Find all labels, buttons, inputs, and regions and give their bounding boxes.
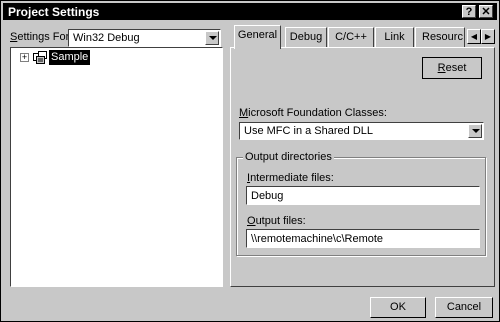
settings-for-label: Settings For:	[10, 31, 73, 43]
project-settings-dialog: Project Settings ? ✕ Settings For: Win32…	[0, 0, 500, 322]
tab-label: C/C++	[335, 31, 367, 43]
tab-general[interactable]: General	[234, 25, 281, 49]
tab-debug[interactable]: Debug	[285, 27, 327, 47]
tab-label: Resourc	[422, 31, 463, 43]
close-button[interactable]: ✕	[479, 5, 493, 18]
window-title: Project Settings	[8, 5, 100, 19]
output-files-value: \\remotemachine\c\Remote	[251, 233, 384, 245]
settings-for-value: Win32 Debug	[73, 32, 140, 44]
help-button[interactable]: ?	[462, 5, 476, 18]
output-files-input[interactable]: \\remotemachine\c\Remote	[246, 229, 480, 248]
intermediate-files-label: Intermediate files:	[247, 172, 334, 184]
title-bar[interactable]: Project Settings ? ✕	[3, 3, 497, 20]
cancel-button[interactable]: Cancel	[435, 297, 493, 318]
project-icon	[33, 51, 47, 64]
mfc-value: Use MFC in a Shared DLL	[244, 125, 373, 137]
intermediate-files-input[interactable]: Debug	[246, 186, 480, 205]
tree-item-label: Sample	[51, 51, 89, 63]
help-icon: ?	[465, 6, 473, 18]
tab-link[interactable]: Link	[375, 27, 414, 47]
arrow-right-icon: ▶	[484, 32, 492, 41]
arrow-left-icon: ◀	[470, 32, 478, 41]
reset-button[interactable]: Reset	[421, 56, 483, 80]
settings-for-dropdown[interactable]: Win32 Debug	[68, 29, 221, 47]
tab-page-general: Reset Microsoft Foundation Classes: Use …	[230, 47, 495, 287]
tab-label: Debug	[289, 31, 323, 43]
plus-icon: +	[21, 52, 28, 62]
tree-expander[interactable]: +	[20, 53, 29, 62]
output-directories-label: Output directories	[243, 151, 334, 163]
tab-label: Link	[384, 31, 405, 43]
tab-resource[interactable]: Resourc	[415, 27, 465, 47]
mfc-label: Microsoft Foundation Classes:	[239, 107, 387, 119]
chevron-down-icon[interactable]	[205, 31, 219, 45]
intermediate-files-value: Debug	[251, 190, 284, 202]
close-icon: ✕	[481, 6, 491, 18]
chevron-down-icon[interactable]	[468, 124, 482, 138]
tree-item-sample[interactable]: Sample	[49, 50, 91, 65]
ok-button[interactable]: OK	[370, 297, 426, 318]
tab-c-cpp[interactable]: C/C++	[328, 27, 374, 47]
tab-scroll-left-button[interactable]: ◀	[467, 29, 481, 44]
tab-scroll-right-button[interactable]: ▶	[481, 29, 495, 44]
mfc-dropdown[interactable]: Use MFC in a Shared DLL	[239, 122, 484, 140]
tab-label: General	[237, 29, 278, 41]
output-files-label: Output files:	[247, 215, 306, 227]
project-tree[interactable]: + Sample	[10, 47, 223, 287]
